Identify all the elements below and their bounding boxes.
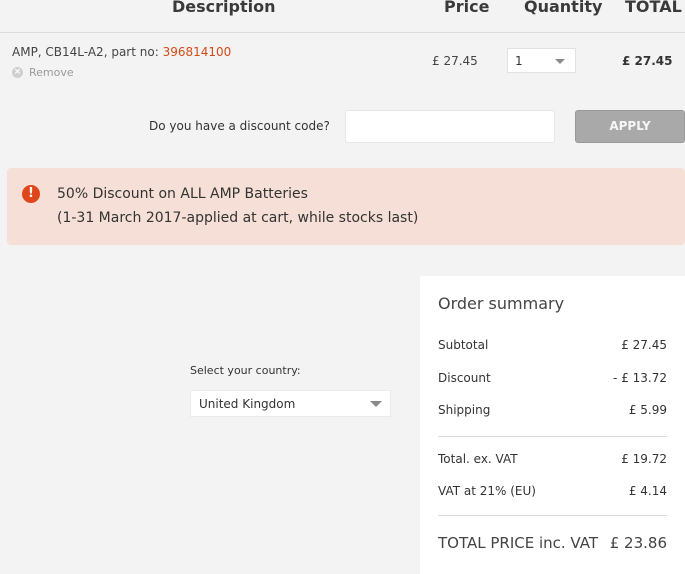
shipping-value: £ 5.99 — [628, 403, 667, 417]
product-name-prefix: AMP, CB14L-A2, part no: — [12, 45, 163, 59]
ex-vat-label: Total. ex. VAT — [438, 452, 518, 466]
product-name: AMP, CB14L-A2, part no: 396814100 — [12, 45, 231, 59]
subtotal-value: £ 27.45 — [621, 338, 667, 352]
summary-divider — [438, 515, 667, 516]
country-select[interactable]: United Kingdom — [190, 390, 391, 417]
product-part-number[interactable]: 396814100 — [163, 45, 232, 59]
country-label: Select your country: — [190, 364, 301, 377]
country-selected-value: United Kingdom — [199, 397, 296, 411]
order-summary-title: Order summary — [438, 294, 565, 313]
item-price: £ 27.45 — [432, 54, 478, 68]
quantity-select[interactable]: 1 — [507, 48, 576, 73]
promo-text-line1: 50% Discount on ALL AMP Batteries — [57, 186, 308, 202]
chevron-down-icon — [370, 401, 382, 407]
vat-label: VAT at 21% (EU) — [438, 484, 536, 498]
discount-code-input[interactable] — [345, 110, 555, 143]
discount-label: Discount — [438, 371, 491, 385]
apply-discount-button[interactable]: APPLY — [575, 110, 685, 143]
cart-table-header: Description Price Quantity TOTAL — [0, 0, 685, 33]
vat-value: £ 4.14 — [628, 484, 667, 498]
close-icon: × — [12, 67, 23, 78]
header-quantity: Quantity — [524, 0, 603, 16]
ex-vat-value: £ 19.72 — [621, 452, 667, 466]
shipping-label: Shipping — [438, 403, 491, 417]
summary-divider — [438, 436, 667, 437]
total-price-label: TOTAL PRICE inc. VAT — [438, 534, 598, 552]
remove-item-button[interactable]: × Remove — [12, 66, 74, 79]
header-total: TOTAL — [625, 0, 682, 16]
discount-value: - £ 13.72 — [613, 371, 667, 385]
promo-text-line2: (1-31 March 2017-applied at cart, while … — [57, 210, 419, 226]
exclamation-icon: ! — [22, 185, 40, 203]
remove-label: Remove — [29, 66, 74, 79]
order-summary-panel: Order summary Subtotal £ 27.45 Discount … — [420, 276, 685, 574]
discount-code-label: Do you have a discount code? — [149, 119, 330, 133]
header-price: Price — [444, 0, 490, 16]
chevron-down-icon — [555, 59, 565, 64]
promo-banner: ! 50% Discount on ALL AMP Batteries (1-3… — [7, 168, 685, 245]
quantity-value: 1 — [515, 54, 523, 68]
total-price-value: £ 23.86 — [609, 534, 667, 552]
subtotal-label: Subtotal — [438, 338, 489, 352]
header-description: Description — [172, 0, 276, 16]
item-total: £ 27.45 — [622, 54, 673, 68]
